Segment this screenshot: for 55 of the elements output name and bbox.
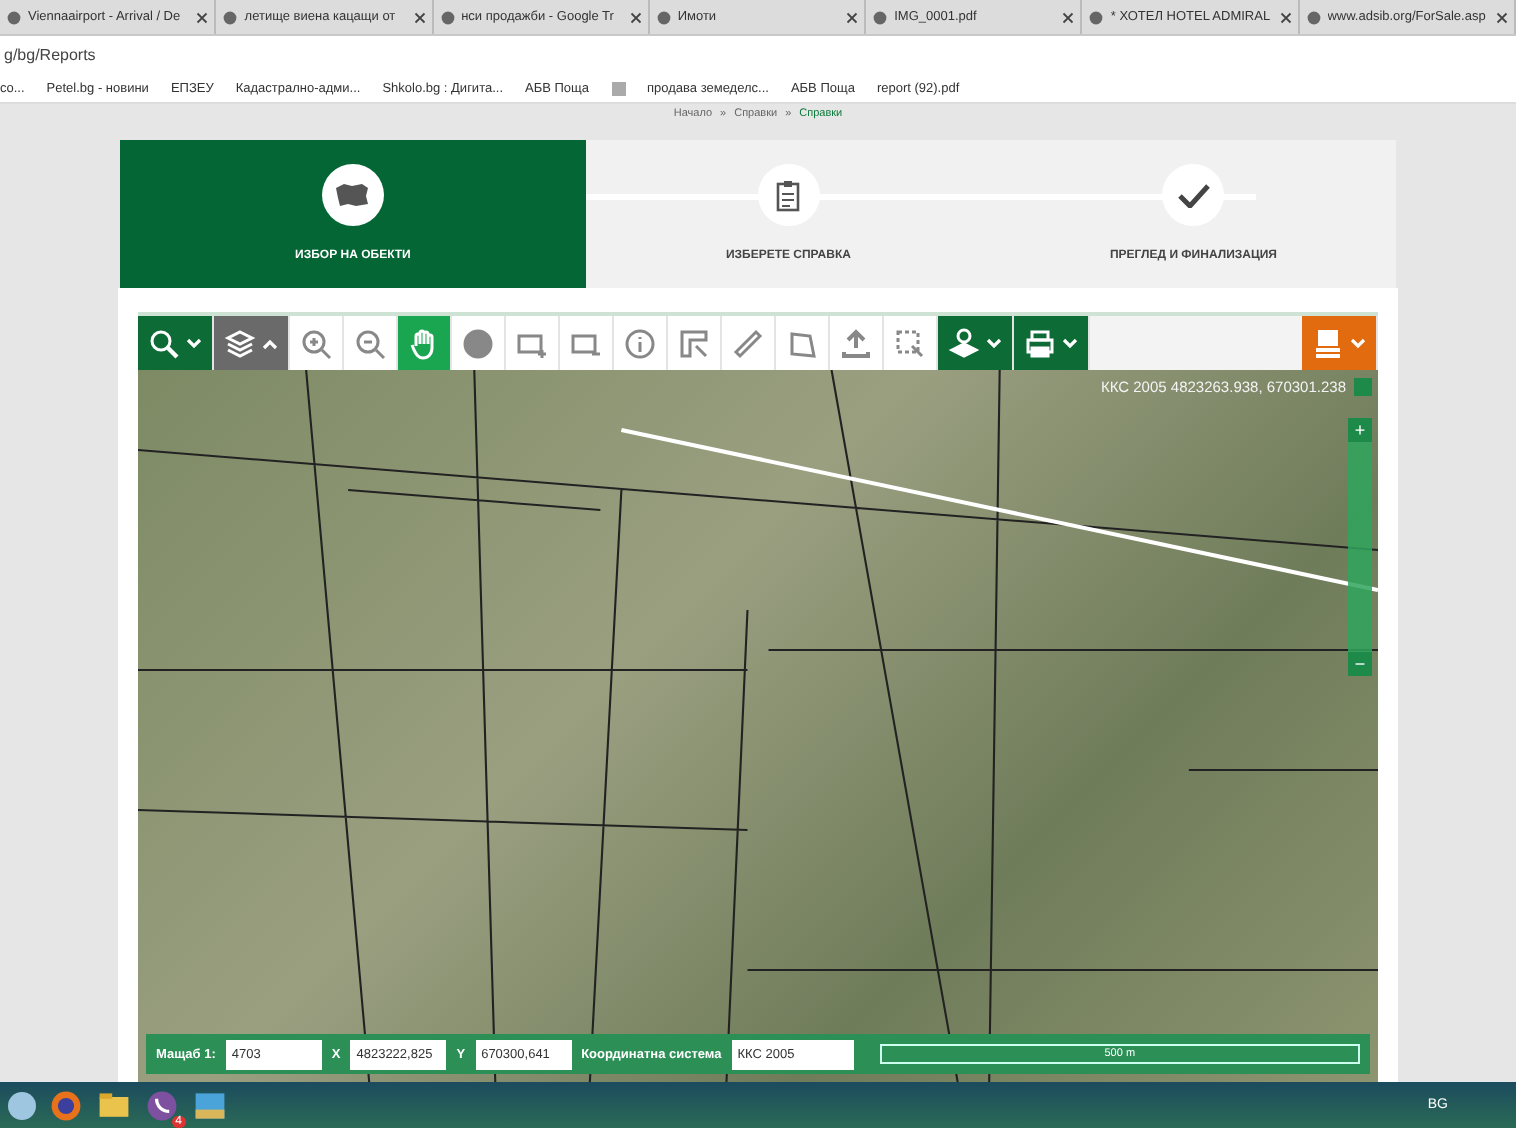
picture-icon[interactable] (192, 1087, 228, 1123)
zoom-in-button[interactable]: + (1348, 418, 1372, 442)
address-bar[interactable]: g/bg/Reports (4, 46, 96, 64)
zoom-out-icon (354, 327, 386, 359)
close-icon[interactable] (1279, 11, 1292, 23)
hand-icon (408, 327, 440, 359)
rect-minus-tool-button[interactable] (560, 316, 614, 370)
clipboard-icon (776, 179, 801, 211)
polygon-icon (786, 327, 818, 359)
info-icon (624, 327, 656, 359)
folder-icon[interactable] (96, 1087, 132, 1123)
zoom-in-icon (300, 327, 332, 359)
close-icon[interactable] (629, 11, 642, 23)
country-map-icon (334, 182, 371, 208)
upload-icon (840, 327, 872, 359)
print-tool-button[interactable] (1014, 316, 1090, 370)
select-tool-button[interactable] (884, 316, 938, 370)
layers-tool-button[interactable] (214, 316, 290, 370)
close-icon[interactable] (413, 11, 426, 23)
info-layer-tool-button[interactable] (938, 316, 1014, 370)
print-icon (1024, 327, 1056, 359)
bookmark-icon[interactable] (611, 81, 626, 95)
zoom-in-tool-button[interactable] (290, 316, 344, 370)
caret-icon (986, 337, 1002, 349)
checkmark-icon (1177, 183, 1210, 207)
hand-tool-button[interactable] (398, 316, 452, 370)
close-icon[interactable] (1062, 11, 1075, 23)
ruler-icon (732, 327, 764, 359)
polygon-tool-button[interactable] (776, 316, 830, 370)
caret-icon (1350, 337, 1366, 349)
layers-icon (224, 327, 256, 359)
close-icon[interactable] (846, 11, 859, 23)
close-icon[interactable] (196, 11, 209, 23)
zoom-out-tool-button[interactable] (344, 316, 398, 370)
start-button[interactable] (8, 1091, 36, 1119)
phone-bubble-icon[interactable] (144, 1087, 180, 1123)
zoom-out-button[interactable]: − (1348, 652, 1372, 676)
info-tool-button[interactable] (614, 316, 668, 370)
area-tool-button[interactable] (668, 316, 722, 370)
select-icon (894, 327, 926, 359)
caret-icon (186, 337, 202, 349)
close-icon[interactable] (1495, 11, 1508, 23)
ruler-tool-button[interactable] (722, 316, 776, 370)
globe-tool-button[interactable] (452, 316, 506, 370)
document-icon (1312, 327, 1344, 359)
caret-icon (1062, 337, 1078, 349)
search-tool-button[interactable] (138, 316, 214, 370)
upload-tool-button[interactable] (830, 316, 884, 370)
browser-app-icon[interactable] (48, 1087, 84, 1123)
search-icon (148, 327, 180, 359)
caret-icon (262, 337, 278, 349)
rect-plus-tool-button[interactable] (506, 316, 560, 370)
info-layer-icon (948, 327, 980, 359)
report-tool-button[interactable] (1302, 316, 1378, 370)
area-icon (678, 327, 710, 359)
